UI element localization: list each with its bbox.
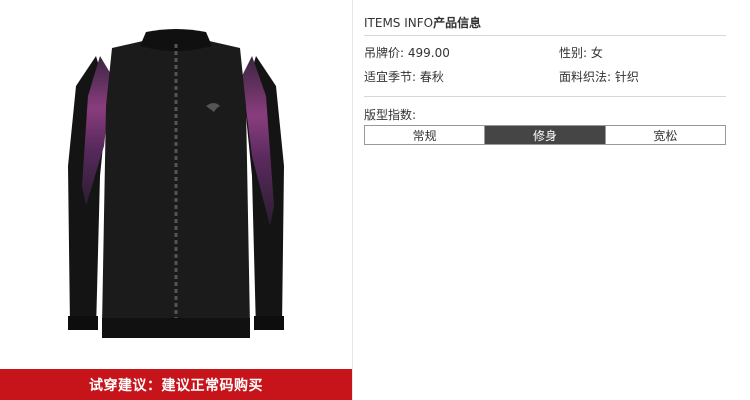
info-title-en: ITEMS INFO xyxy=(364,16,434,30)
price-field: 吊牌价: 499.00 xyxy=(364,44,450,61)
fabric-label: 面料织法: xyxy=(559,70,612,84)
gender-field: 性别: 女 xyxy=(559,44,603,61)
fit-index-scale: 常规 修身 宽松 xyxy=(364,125,726,145)
season-label: 适宜季节: xyxy=(364,70,417,84)
gender-value: 女 xyxy=(590,46,603,60)
price-value: 499.00 xyxy=(407,46,450,60)
jacket-image xyxy=(68,29,284,338)
season-value: 春秋 xyxy=(419,70,444,84)
section-divider xyxy=(364,96,726,97)
fit-suggestion-banner: 试穿建议：建议正常码购买 xyxy=(0,369,352,400)
fit-option-loose: 宽松 xyxy=(604,126,725,144)
gender-label: 性别: xyxy=(559,46,588,60)
fit-index-label: 版型指数: xyxy=(364,108,417,122)
fabric-field: 面料织法: 针织 xyxy=(559,68,639,85)
info-title-cn: 产品信息 xyxy=(433,16,482,30)
info-title: ITEMS INFO产品信息 xyxy=(364,14,481,31)
fabric-value: 针织 xyxy=(614,70,639,84)
price-label: 吊牌价: xyxy=(364,46,405,60)
fit-option-regular: 常规 xyxy=(365,126,485,144)
season-field: 适宜季节: 春秋 xyxy=(364,68,444,85)
product-image-panel: 试穿建议：建议正常码购买 xyxy=(0,0,353,400)
title-divider xyxy=(364,35,726,36)
fit-option-slim: 修身 xyxy=(484,126,605,144)
product-info-panel: ITEMS INFO产品信息 吊牌价: 499.00 性别: 女 适宜季节: 春… xyxy=(364,0,726,400)
